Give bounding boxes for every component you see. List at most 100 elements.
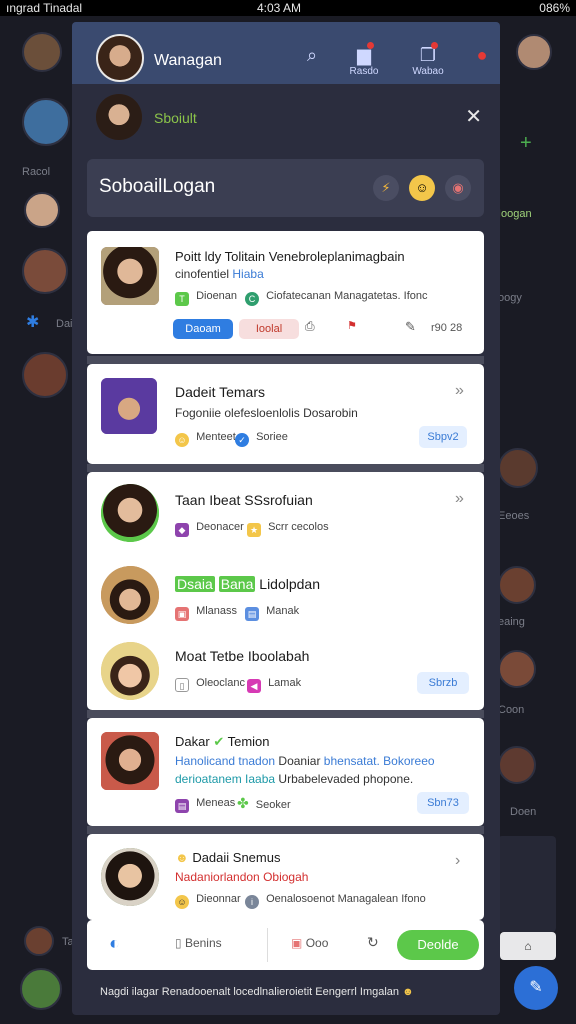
pin-icon[interactable]: ⚡	[373, 175, 399, 201]
background-label: Eeoes	[498, 510, 530, 522]
tag-chip[interactable]: ◆ Deonacer	[175, 518, 244, 537]
contact-avatar[interactable]	[101, 848, 159, 906]
contact-avatar[interactable]	[101, 732, 159, 790]
toolbar-item-label: Ooo	[305, 936, 329, 950]
flag-icon[interactable]: ⚑	[347, 319, 357, 332]
background-avatar[interactable]	[498, 650, 536, 688]
add-icon[interactable]: +	[520, 132, 532, 155]
chevron-right-icon[interactable]: »	[455, 490, 464, 508]
info-chip: ▤ Manak	[245, 602, 299, 621]
card-title-text: Temion	[227, 734, 270, 749]
card-line: derioatanem Iaaba Urbabelevaded phopone.	[175, 772, 413, 786]
card-line-highlight: bhensatat. Bokoreeo	[323, 754, 435, 768]
conversation-group-card[interactable]: Taan Ibeat SSsrofuian » ◆ Deonacer ★ Scr…	[87, 472, 484, 710]
background-avatar[interactable]	[498, 448, 538, 488]
share-icon[interactable]: ⎙	[305, 319, 315, 334]
background-avatar[interactable]	[22, 352, 68, 398]
chevron-right-icon[interactable]: »	[455, 382, 464, 400]
background-avatar[interactable]	[22, 248, 68, 294]
toolbar-item-benins[interactable]: ▯ Benins	[175, 936, 222, 950]
send-button[interactable]: Deolde	[397, 930, 479, 960]
background-label: Doen	[510, 806, 537, 818]
notification-dot	[431, 42, 438, 49]
background-avatar[interactable]	[20, 968, 62, 1010]
settings-icon[interactable]: ✱	[26, 312, 39, 332]
background-avatar[interactable]	[22, 98, 70, 146]
card-title: ☻ Dadaii Snemus	[175, 850, 280, 865]
card-subtitle-highlight: Hiaba	[232, 267, 264, 281]
info-chip: ◀ Lamak	[247, 674, 301, 693]
tag-chip[interactable]: ▣ Mlanass	[175, 602, 237, 621]
tag-chip[interactable]: ☺ Dieonnar	[175, 890, 241, 909]
avatar-image	[101, 484, 159, 542]
messages-button[interactable]: ❐ Wabao	[404, 42, 452, 77]
compose-fab[interactable]: ✎	[514, 966, 558, 1010]
alert-icon: ●	[476, 45, 488, 65]
contact-avatar[interactable]	[101, 566, 159, 624]
status-pill[interactable]: Sbrzb	[417, 672, 469, 694]
close-icon[interactable]: ✕	[465, 104, 482, 129]
search-button[interactable]: ⌕	[288, 44, 336, 66]
refresh-icon[interactable]: ↻	[367, 934, 379, 951]
contact-avatar[interactable]	[101, 378, 157, 434]
info-chip: ✤ Seoker	[237, 794, 291, 812]
background-card	[498, 836, 556, 932]
conversation-card[interactable]: Poitt ldy Tolitain Venebroleplanimagbain…	[87, 231, 484, 354]
card-line-highlight: Hanolicand tnadon	[175, 754, 276, 768]
footer-text: Nagdi ilagar Renadooenalt locedlnalieroi…	[100, 986, 414, 998]
verified-chip: ✓ Soriee	[235, 428, 288, 447]
info-icon: C	[245, 292, 259, 306]
tag-chip[interactable]: ▤ Meneas	[175, 794, 235, 813]
status-pill[interactable]: Sbn73	[417, 792, 469, 814]
status-battery: 086%	[539, 1, 570, 15]
card-line: Hanolicand tnadon Doaniar bhensatat. Bok…	[175, 754, 435, 768]
contact-avatar[interactable]	[101, 642, 159, 700]
contact-avatar[interactable]	[101, 247, 159, 305]
primary-action-button[interactable]: Daoam	[173, 319, 233, 339]
secondary-action-label: Ioolal	[255, 323, 283, 335]
card-title-prefix: Dakar	[175, 734, 210, 749]
contact-avatar[interactable]	[101, 484, 159, 542]
alert-button[interactable]: ●	[458, 44, 500, 66]
tag-label: Deonacer	[196, 521, 244, 533]
bottom-toolbar: ◐ ▯ Benins ▣ Ooo ↻ Deolde	[87, 920, 484, 970]
divider	[87, 710, 484, 718]
chevron-right-icon[interactable]: ›	[455, 852, 460, 870]
primary-action-label: Daoam	[185, 323, 221, 335]
emoji-icon[interactable]: ☺	[409, 175, 435, 201]
background-avatar[interactable]	[24, 192, 60, 228]
background-avatar[interactable]	[498, 566, 536, 604]
tag-chip[interactable]: ☺ Menteet	[175, 428, 236, 447]
conversation-search-bar[interactable]: SoboailLogan ⚡ ☺ ◉	[87, 159, 484, 217]
profile-avatar[interactable]	[96, 94, 142, 140]
status-pill[interactable]: Sbpv2	[419, 426, 467, 448]
notifications-button[interactable]: ▆ Rasdo	[340, 42, 388, 77]
background-avatar[interactable]	[22, 32, 62, 72]
conversation-card[interactable]: Dakar ✔ Temion Hanolicand tnadon Doaniar…	[87, 718, 484, 826]
toolbar-item-gallery[interactable]: ▣ Ooo	[291, 936, 328, 950]
profile-status: Sboiult	[154, 110, 197, 126]
avatar-image	[101, 848, 159, 906]
check-icon: ✔	[213, 734, 225, 749]
info-chip: C Ciofatecanan Managatetas. Ifonc	[245, 287, 428, 306]
status-carrier: ıngrad Tinadal	[6, 1, 83, 15]
document-icon: ▯	[175, 936, 182, 950]
edit-icon[interactable]: ✎	[405, 319, 416, 335]
record-icon[interactable]: ◉	[445, 175, 471, 201]
tag-label: Dieonnar	[196, 893, 241, 905]
card-title: Poitt ldy Tolitain Venebroleplanimagbain	[175, 249, 405, 264]
divider	[87, 464, 484, 472]
compose-icon[interactable]: ◐	[109, 933, 120, 954]
tag-chip[interactable]: ▯ Oleoclanc	[175, 674, 245, 692]
background-avatar[interactable]	[516, 34, 552, 70]
conversation-card[interactable]: Dadeit Temars Fogoniie olefesloenlolis D…	[87, 364, 484, 464]
user-avatar[interactable]	[96, 34, 144, 82]
tag-chip[interactable]: T Dioenan	[175, 287, 237, 306]
background-avatar[interactable]	[24, 926, 54, 956]
secondary-action-button[interactable]: Ioolal	[239, 319, 299, 339]
notifications-label: Rasdo	[349, 66, 379, 77]
info-chip: i Oenalosoenot Managalean Ifono	[245, 890, 426, 909]
conversation-card[interactable]: ☻ Dadaii Snemus Nadaniorlandon Obiogah ☺…	[87, 834, 484, 920]
home-icon[interactable]: ⌂	[500, 932, 556, 960]
background-avatar[interactable]	[498, 746, 536, 784]
